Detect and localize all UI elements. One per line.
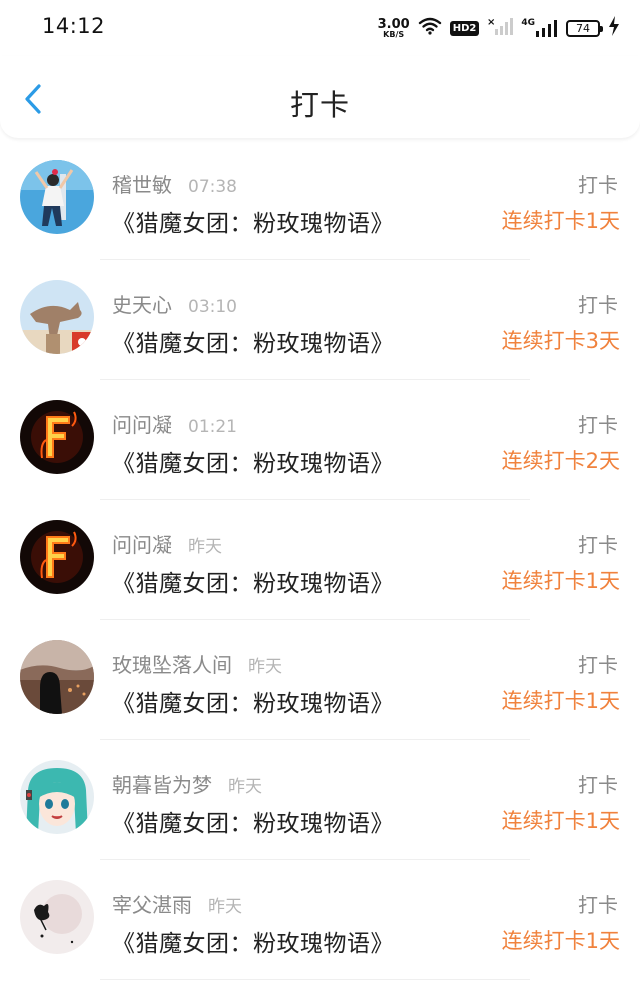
name-line: 稽世敏 07:38 (112, 169, 237, 198)
list-item[interactable]: 朝暮皆为梦 昨天 《猎魔女团：粉玫瑰物语》 打卡 连续打卡1天 (0, 740, 640, 860)
checkin-time: 昨天 (208, 897, 242, 917)
signal-disabled-icon: × (487, 16, 514, 40)
name-line: 问问凝 01:21 (112, 409, 237, 438)
book-title[interactable]: 《猎魔女团：粉玫瑰物语》 (112, 804, 394, 838)
list-item[interactable]: 问问凝 昨天 《猎魔女团：粉玫瑰物语》 打卡 连续打卡1天 (0, 500, 640, 620)
avatar[interactable] (20, 640, 94, 714)
user-name[interactable]: 玫瑰坠落人间 (112, 649, 232, 678)
streak-label: 连续打卡1天 (501, 929, 620, 953)
user-name[interactable]: 宰父湛雨 (112, 889, 192, 918)
book-title[interactable]: 《猎魔女团：粉玫瑰物语》 (112, 204, 394, 238)
signal-4g-icon: 4G (521, 18, 558, 38)
checkin-time: 07:38 (188, 177, 237, 197)
name-line: 宰父湛雨 昨天 (112, 889, 242, 918)
checkin-type: 打卡 (578, 413, 618, 437)
list-item[interactable]: 问问凝 01:21 《猎魔女团：粉玫瑰物语》 打卡 连续打卡2天 (0, 380, 640, 500)
checkin-type: 打卡 (578, 533, 618, 557)
checkin-time: 昨天 (248, 657, 282, 677)
avatar[interactable] (20, 280, 94, 354)
checkin-list: 稽世敏 07:38 《猎魔女团：粉玫瑰物语》 打卡 连续打卡1天 史天心 03:… (0, 140, 640, 980)
streak-label: 连续打卡1天 (501, 569, 620, 593)
book-title[interactable]: 《猎魔女团：粉玫瑰物语》 (112, 564, 394, 598)
status-icons: 3.00 KB/S HD2 × 4G 74 (378, 14, 620, 42)
avatar[interactable] (20, 160, 94, 234)
svg-text:×: × (487, 17, 495, 28)
name-line: 史天心 03:10 (112, 289, 237, 318)
user-name[interactable]: 史天心 (112, 289, 172, 318)
page-title: 打卡 (289, 88, 350, 122)
avatar[interactable] (20, 520, 94, 594)
checkin-type: 打卡 (578, 893, 618, 917)
network-speed: 3.00 KB/S (378, 18, 410, 39)
list-item[interactable]: 史天心 03:10 《猎魔女团：粉玫瑰物语》 打卡 连续打卡3天 (0, 260, 640, 380)
hd-voice-badge: HD2 (449, 20, 480, 36)
list-item[interactable]: 宰父湛雨 昨天 《猎魔女团：粉玫瑰物语》 打卡 连续打卡1天 (0, 860, 640, 980)
avatar[interactable] (20, 400, 94, 474)
checkin-time: 03:10 (188, 297, 237, 317)
user-name[interactable]: 稽世敏 (112, 169, 172, 198)
streak-label: 连续打卡1天 (501, 209, 620, 233)
checkin-type: 打卡 (578, 653, 618, 677)
checkin-time: 昨天 (228, 777, 262, 797)
divider (100, 979, 530, 980)
battery-icon: 74 (566, 19, 603, 37)
book-title[interactable]: 《猎魔女团：粉玫瑰物语》 (112, 444, 394, 478)
checkin-time: 01:21 (188, 417, 237, 437)
avatar[interactable] (20, 880, 94, 954)
wifi-icon (418, 17, 442, 39)
checkin-type: 打卡 (578, 293, 618, 317)
user-name[interactable]: 问问凝 (112, 409, 172, 438)
list-item[interactable]: 玫瑰坠落人间 昨天 《猎魔女团：粉玫瑰物语》 打卡 连续打卡1天 (0, 620, 640, 740)
charging-icon (608, 16, 620, 40)
streak-label: 连续打卡2天 (501, 449, 620, 473)
status-time: 14:12 (42, 14, 106, 38)
book-title[interactable]: 《猎魔女团：粉玫瑰物语》 (112, 924, 394, 958)
streak-label: 连续打卡1天 (501, 689, 620, 713)
header: 打卡 (0, 56, 640, 138)
book-title[interactable]: 《猎魔女团：粉玫瑰物语》 (112, 324, 394, 358)
checkin-time: 昨天 (188, 537, 222, 557)
checkin-type: 打卡 (578, 773, 618, 797)
user-name[interactable]: 问问凝 (112, 529, 172, 558)
streak-label: 连续打卡3天 (501, 329, 620, 353)
avatar[interactable] (20, 760, 94, 834)
network-type-label: 4G (521, 18, 535, 28)
name-line: 问问凝 昨天 (112, 529, 222, 558)
name-line: 朝暮皆为梦 昨天 (112, 769, 262, 798)
list-item[interactable]: 稽世敏 07:38 《猎魔女团：粉玫瑰物语》 打卡 连续打卡1天 (0, 140, 640, 260)
network-speed-unit: KB/S (383, 29, 405, 39)
network-speed-value: 3.00 (377, 16, 410, 32)
streak-label: 连续打卡1天 (501, 809, 620, 833)
book-title[interactable]: 《猎魔女团：粉玫瑰物语》 (112, 684, 394, 718)
user-name[interactable]: 朝暮皆为梦 (112, 769, 212, 798)
name-line: 玫瑰坠落人间 昨天 (112, 649, 282, 678)
battery-level: 74 (576, 21, 590, 35)
status-bar: 14:12 3.00 KB/S HD2 × 4G 74 (0, 0, 640, 56)
checkin-type: 打卡 (578, 173, 618, 197)
